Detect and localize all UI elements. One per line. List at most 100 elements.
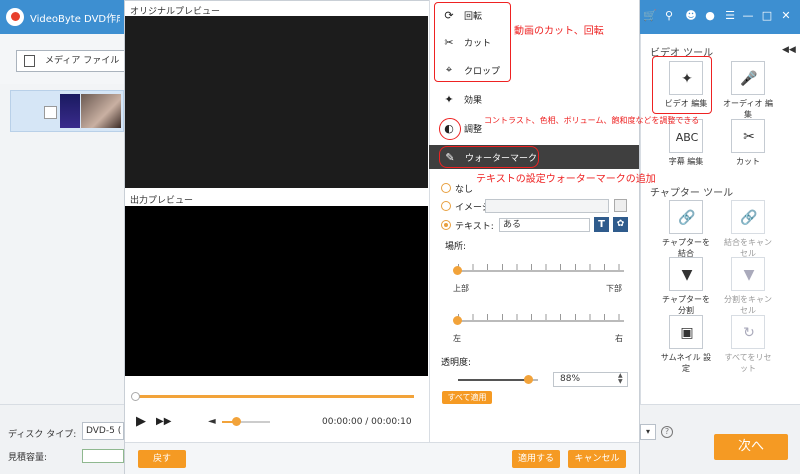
microphone-icon: 🎤 [740,71,758,87]
merge-chapter-tool[interactable]: 🔗 チャプターを結合 [660,200,712,259]
image-path-field[interactable] [485,199,609,213]
cancel-button[interactable]: キャンセル [568,450,626,468]
play-icon[interactable]: ▶ [136,414,146,429]
unmerge-chapter-tool[interactable]: 🔗 結合をキャンセル [722,200,774,259]
image-browse-icon[interactable] [614,199,627,212]
chat-icon[interactable]: ● [702,9,718,22]
cut-tool[interactable]: ✂ カット [722,119,774,167]
close-icon[interactable]: ✕ [778,9,794,22]
capacity-bar [82,449,124,463]
file-add-icon [24,55,35,67]
app-logo-icon [6,8,24,26]
seek-bar[interactable] [134,395,414,398]
app-title: VideoByte DVD作成 ( [30,14,120,25]
watermark-none-radio[interactable] [441,183,451,193]
opacity-input[interactable]: 88% [553,372,628,387]
unmerge-chapter-label: 結合をキャンセル [724,238,772,258]
opacity-label: 透明度: [441,358,472,368]
audio-edit-label: オーディオ 編集 [723,99,773,119]
back-button[interactable]: 戻す [138,450,186,468]
audio-edit-tool[interactable]: 🎤 オーディオ 編集 [722,61,774,120]
playback-controls [125,376,428,442]
volume-handle[interactable] [232,417,241,426]
thumbnail-setting-label: サムネイル 設定 [660,353,712,373]
reset-icon: ↻ [743,325,755,341]
key-icon[interactable]: ⚲ [661,9,677,22]
subtitle-edit-label: 字幕 編集 [668,157,704,166]
text-style-button[interactable]: T [594,217,609,232]
collapse-panel-icon[interactable]: ◀◀ [782,45,796,55]
unsplit-chapter-label: 分割をキャンセル [724,295,772,315]
opacity-fill [458,379,528,381]
merge-chapter-label: チャプターを結合 [662,238,710,258]
top-label: 上部 [453,284,469,293]
split-chapter-tool[interactable]: ▼ チャプターを分割 [660,257,712,316]
vertical-position-slider[interactable] [458,270,624,272]
disc-type-select[interactable]: DVD-5 ( [82,422,124,440]
annotation-box-adjust [439,118,461,140]
link-icon: 🔗 [678,210,696,226]
watermark-text-radio[interactable] [441,220,451,230]
bottom-label: 下部 [606,284,622,293]
output-preview-label: 出力プレビュー [130,196,194,206]
position-label: 場所: [445,242,467,252]
watermark-image-radio[interactable] [441,201,451,211]
unsplit-icon: ▼ [743,267,755,283]
horizontal-position-handle[interactable] [453,316,462,325]
minimize-icon[interactable]: — [740,9,756,22]
original-preview [125,16,428,188]
thumbnail-icon: ▣ [680,325,694,341]
next-button[interactable]: 次へ [714,434,788,460]
media-thumbnail [60,94,80,128]
menu-icon[interactable]: ☰ [722,9,738,22]
media-thumbnail [81,94,121,128]
split-chapter-label: チャプターを分割 [662,295,710,315]
media-item-checkbox[interactable] [44,106,57,119]
dialog-footer [125,442,639,474]
annotation-box-rotate-cut-crop [434,2,511,82]
unlink-icon: 🔗 [740,210,758,226]
disc-type-label: ディスク タイプ: [8,430,77,440]
unsplit-chapter-tool[interactable]: ▼ 分割をキャンセル [722,257,774,316]
sparkle-icon: ✦ [444,92,454,106]
split-icon: ▼ [681,267,693,283]
volume-icon[interactable]: ◄ [208,416,216,427]
reset-all-label: すべてをリセット [724,353,772,373]
output-preview [125,206,428,376]
annotation-box-video-edit [652,56,712,114]
user-icon[interactable]: ☻ [683,9,699,22]
media-list [0,84,124,404]
apply-button[interactable]: 適用する [512,450,560,468]
annotation-adjust: コントラスト、色相、ボリューム、飽和度などを調整できる [484,116,700,125]
chapter-tools-title: チャプター ツール [650,188,734,199]
maximize-icon[interactable]: □ [759,9,775,22]
seek-handle[interactable] [131,392,140,401]
menu-item-effect[interactable]: ✦ 効果 [440,88,630,110]
scissors-icon: ✂ [743,129,755,145]
fast-forward-icon[interactable]: ▶▶ [156,416,171,427]
subtitle-edit-tool[interactable]: ABC 字幕 編集 [660,119,712,167]
right-label: 右 [615,334,623,343]
chevron-down-icon[interactable]: ▾ [640,424,656,440]
cart-icon[interactable]: 🛒 [642,9,658,22]
watermark-text-label: テキスト: [455,222,494,232]
vertical-position-handle[interactable] [453,266,462,275]
left-label: 左 [453,334,461,343]
spinner-icon[interactable]: ▲ ▼ [618,373,623,385]
annotation-watermark: テキストの設定ウォーターマークの追加 [476,174,656,185]
apply-all-button[interactable]: すべて適用 [442,391,492,404]
annotation-cut-rotate: 動画のカット、回転 [514,26,604,37]
reset-all-tool[interactable]: ↻ すべてをリセット [722,315,774,374]
opacity-handle[interactable] [524,375,533,384]
time-display: 00:00:00 / 00:00:10 [322,417,412,427]
palette-icon[interactable]: ✿ [613,217,628,232]
annotation-box-watermark [439,146,539,168]
menu-item-label: 調整 [464,124,483,135]
capacity-label: 見積容量: [8,453,48,463]
help-icon[interactable]: ? [661,426,673,438]
thumbnail-setting-tool[interactable]: ▣ サムネイル 設定 [660,315,712,374]
watermark-text-input[interactable]: ある [499,218,590,232]
watermark-none-label: なし [455,185,474,195]
slider-ticks [458,314,624,320]
horizontal-position-slider[interactable] [458,320,624,322]
